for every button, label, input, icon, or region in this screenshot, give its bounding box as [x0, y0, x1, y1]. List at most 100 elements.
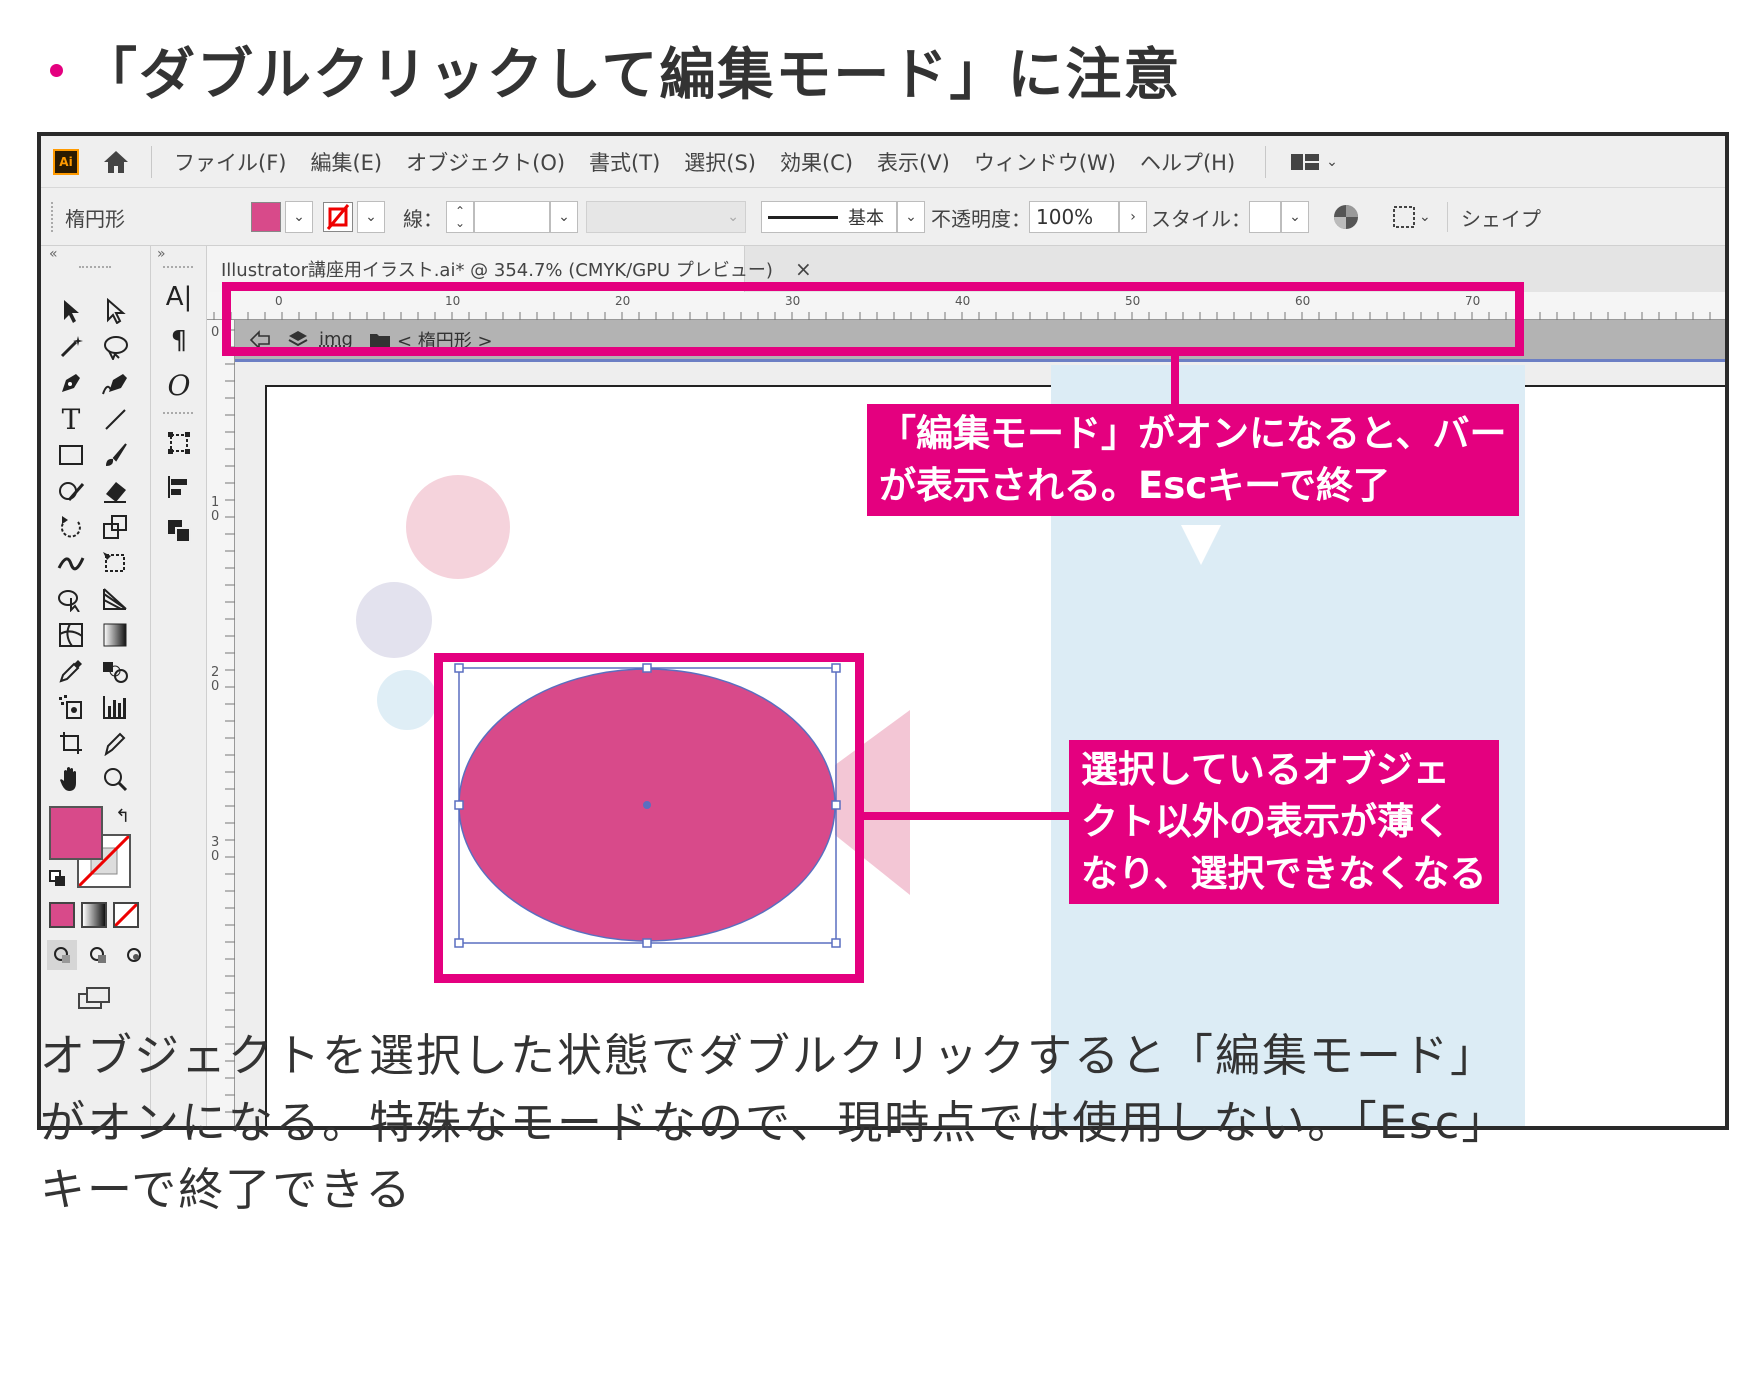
menu-type[interactable]: 書式(T)	[589, 147, 660, 177]
type-tool-icon[interactable]: T	[53, 402, 89, 436]
pen-tool-icon[interactable]	[53, 366, 89, 400]
heading-bullet	[50, 63, 63, 77]
brush-dropdown[interactable]: ⌄	[897, 201, 925, 233]
stroke-weight-dropdown[interactable]: ⌄	[550, 201, 578, 233]
menu-select[interactable]: 選択(S)	[684, 147, 756, 177]
menu-object[interactable]: オブジェクト(O)	[406, 147, 565, 177]
opacity-label[interactable]: 不透明度：	[931, 200, 1031, 234]
menu-help[interactable]: ヘルプ(H)	[1140, 147, 1235, 177]
hand-tool-icon[interactable]	[53, 762, 89, 796]
stroke-weight-input[interactable]	[474, 201, 550, 233]
direct-selection-tool-icon[interactable]	[97, 294, 133, 328]
gradient-mode-icon[interactable]	[81, 902, 107, 928]
stroke-weight-stepper[interactable]: ⌃ ⌄	[446, 201, 474, 233]
menu-window[interactable]: ウィンドウ(W)	[974, 147, 1116, 177]
artboard-tool-icon[interactable]	[53, 726, 89, 760]
gradient-tool-icon[interactable]	[97, 618, 133, 652]
faded-pink-circle	[406, 475, 510, 579]
callout-selected-object: 選択しているオブジェ クト以外の表示が薄く なり、選択できなくなる	[1069, 740, 1499, 904]
stroke-dropdown[interactable]: ⌄	[357, 201, 385, 233]
align-grid-icon[interactable]: ⌄	[1391, 200, 1431, 234]
workspace-switcher[interactable]: ⌄	[1290, 152, 1338, 172]
scale-tool-icon[interactable]	[97, 510, 133, 544]
home-icon[interactable]	[99, 145, 133, 179]
swap-fill-stroke-icon[interactable]: ↰	[115, 806, 130, 827]
zoom-tool-icon[interactable]	[97, 762, 133, 796]
variable-width-profile[interactable]: ⌄	[586, 200, 746, 234]
column-graph-tool-icon[interactable]	[97, 690, 133, 724]
none-mode-icon[interactable]	[113, 902, 139, 928]
opacity-control[interactable]: 100% ›	[1029, 200, 1147, 234]
style-control[interactable]: ⌄	[1249, 200, 1309, 234]
symbol-sprayer-tool-icon[interactable]	[53, 690, 89, 724]
menu-edit[interactable]: 編集(E)	[310, 147, 382, 177]
fill-color-box[interactable]	[49, 806, 103, 860]
color-mode-icon[interactable]	[49, 902, 75, 928]
fill-swatch[interactable]	[251, 202, 281, 232]
line-tool-icon[interactable]	[97, 402, 133, 436]
align-panel-icon[interactable]	[161, 470, 197, 504]
fill-dropdown[interactable]: ⌄	[285, 201, 313, 233]
close-tab-icon[interactable]: ×	[795, 257, 812, 281]
eyedropper-tool-icon[interactable]	[53, 654, 89, 688]
curvature-tool-icon[interactable]	[97, 366, 133, 400]
pathfinder-panel-icon[interactable]	[161, 514, 197, 548]
recolor-icon[interactable]	[1331, 200, 1361, 234]
ruler-label: 0	[211, 849, 219, 864]
free-transform-tool-icon[interactable]	[97, 546, 133, 580]
paragraph-panel-icon[interactable]: ¶	[161, 324, 197, 358]
paintbrush-tool-icon[interactable]	[97, 438, 133, 472]
vertical-ruler[interactable]: 0102030	[207, 320, 235, 1126]
transform-panel-icon[interactable]	[161, 426, 197, 460]
style-swatch[interactable]	[1249, 201, 1281, 233]
ruler-label: 0	[211, 325, 219, 340]
stroke-control[interactable]: ⌄	[323, 200, 385, 234]
opentype-panel-icon[interactable]: O	[161, 368, 197, 402]
stroke-none-swatch[interactable]	[323, 202, 353, 232]
perspective-grid-tool-icon[interactable]	[97, 582, 133, 616]
draw-inside-icon[interactable]	[119, 940, 149, 970]
menu-file[interactable]: ファイル(F)	[174, 147, 286, 177]
draw-normal-icon[interactable]	[47, 940, 77, 970]
shape-label[interactable]: シェイプ	[1461, 200, 1541, 234]
section-heading: 「ダブルクリックして編集モード」に注意	[50, 30, 1181, 110]
shape-builder-tool-icon[interactable]	[53, 582, 89, 616]
blend-tool-icon[interactable]	[97, 654, 133, 688]
style-dropdown[interactable]: ⌄	[1281, 201, 1309, 233]
opacity-input[interactable]: 100%	[1029, 201, 1119, 233]
lasso-tool-icon[interactable]	[97, 330, 133, 364]
magic-wand-tool-icon[interactable]	[53, 330, 89, 364]
rotate-tool-icon[interactable]	[53, 510, 89, 544]
variable-width-field[interactable]: ⌄	[586, 201, 746, 233]
selection-tool-icon[interactable]	[53, 294, 89, 328]
menu-view[interactable]: 表示(V)	[877, 147, 950, 177]
eraser-tool-icon[interactable]	[97, 474, 133, 508]
expand-panel-icon[interactable]: »	[157, 246, 166, 262]
default-fill-stroke-icon[interactable]	[49, 870, 67, 892]
fill-control[interactable]: ⌄	[251, 200, 313, 234]
brush-definition[interactable]: 基本 ⌄	[761, 200, 925, 234]
callout-connector-top	[1171, 354, 1179, 408]
screen-mode-icon[interactable]	[77, 984, 111, 1016]
draw-behind-icon[interactable]	[83, 940, 113, 970]
slice-tool-icon[interactable]	[97, 726, 133, 760]
callout-isolation-line-1: 「編集モード」がオンになると、バー	[879, 412, 1507, 455]
stroke-weight-field[interactable]: ⌃ ⌄ ⌄	[446, 200, 578, 234]
panel-grip	[79, 266, 111, 270]
brush-name: 基本	[848, 208, 884, 229]
menu-effect[interactable]: 効果(C)	[780, 147, 853, 177]
heading-text: 「ダブルクリックして編集モード」に注意	[81, 42, 1182, 108]
rectangle-tool-icon[interactable]	[53, 438, 89, 472]
object-type-label: 楕円形	[65, 206, 125, 231]
description-paragraph: オブジェクトを選択した状態でダブルクリックすると「編集モード」 がオンになる。特…	[40, 1022, 1730, 1223]
brush-field[interactable]: 基本	[761, 201, 897, 233]
mesh-tool-icon[interactable]	[53, 618, 89, 652]
opacity-arrow[interactable]: ›	[1119, 201, 1147, 233]
workspace-icon	[1291, 153, 1320, 170]
tools-panel: « T ↰	[41, 246, 151, 1126]
collapse-panel-icon[interactable]: «	[49, 246, 58, 262]
shaper-tool-icon[interactable]	[53, 474, 89, 508]
callout-object-line-2: クト以外の表示が薄く	[1081, 800, 1451, 843]
character-panel-icon[interactable]: A|	[161, 280, 197, 314]
width-tool-icon[interactable]	[53, 546, 89, 580]
